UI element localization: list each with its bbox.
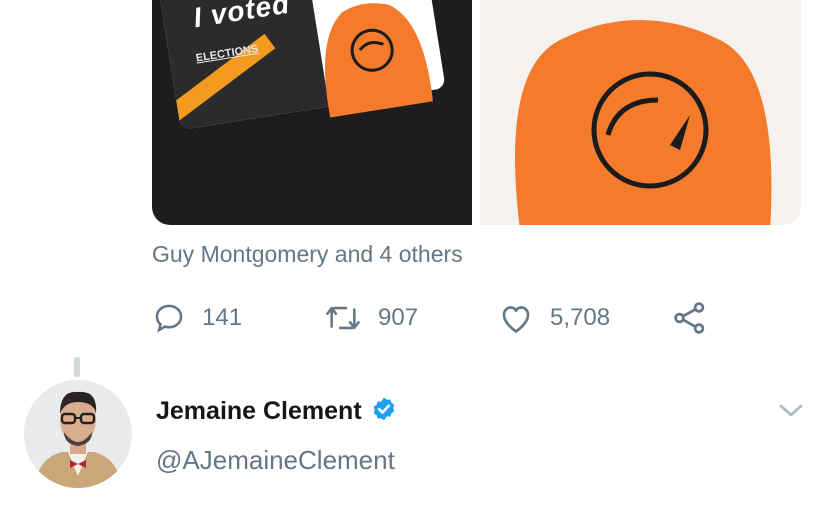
reply-button[interactable]: 141 (152, 296, 242, 340)
liked-by-text[interactable]: Guy Montgomery and 4 others (152, 241, 463, 268)
media-image-left[interactable]: I voted ELECTIONS (152, 0, 472, 225)
author-name: Jemaine Clement (156, 397, 362, 425)
tweet-actions: 141 907 5,708 (152, 296, 752, 340)
thread-connector-line (74, 357, 80, 377)
share-button[interactable] (672, 296, 708, 340)
verified-badge-icon (371, 396, 397, 427)
reply-icon (152, 301, 186, 335)
share-icon (672, 300, 708, 336)
retweet-button[interactable]: 907 (324, 296, 418, 340)
author-name-row[interactable]: Jemaine Clement (156, 396, 397, 427)
avatar-portrait (24, 380, 132, 488)
retweet-count: 907 (378, 304, 419, 331)
reply-count: 141 (202, 304, 243, 331)
tweet-media[interactable]: I voted ELECTIONS (152, 0, 801, 225)
heart-icon (498, 301, 534, 335)
orange-figure-large (515, 20, 772, 225)
like-count: 5,708 (550, 304, 611, 331)
media-image-right[interactable] (480, 0, 801, 225)
retweet-icon (324, 301, 362, 335)
author-handle[interactable]: @AJemaineClement (156, 445, 395, 476)
chevron-down-icon[interactable] (778, 400, 804, 425)
orange-figure-small (325, 3, 433, 118)
like-button[interactable]: 5,708 (498, 296, 610, 340)
avatar[interactable] (24, 380, 132, 488)
